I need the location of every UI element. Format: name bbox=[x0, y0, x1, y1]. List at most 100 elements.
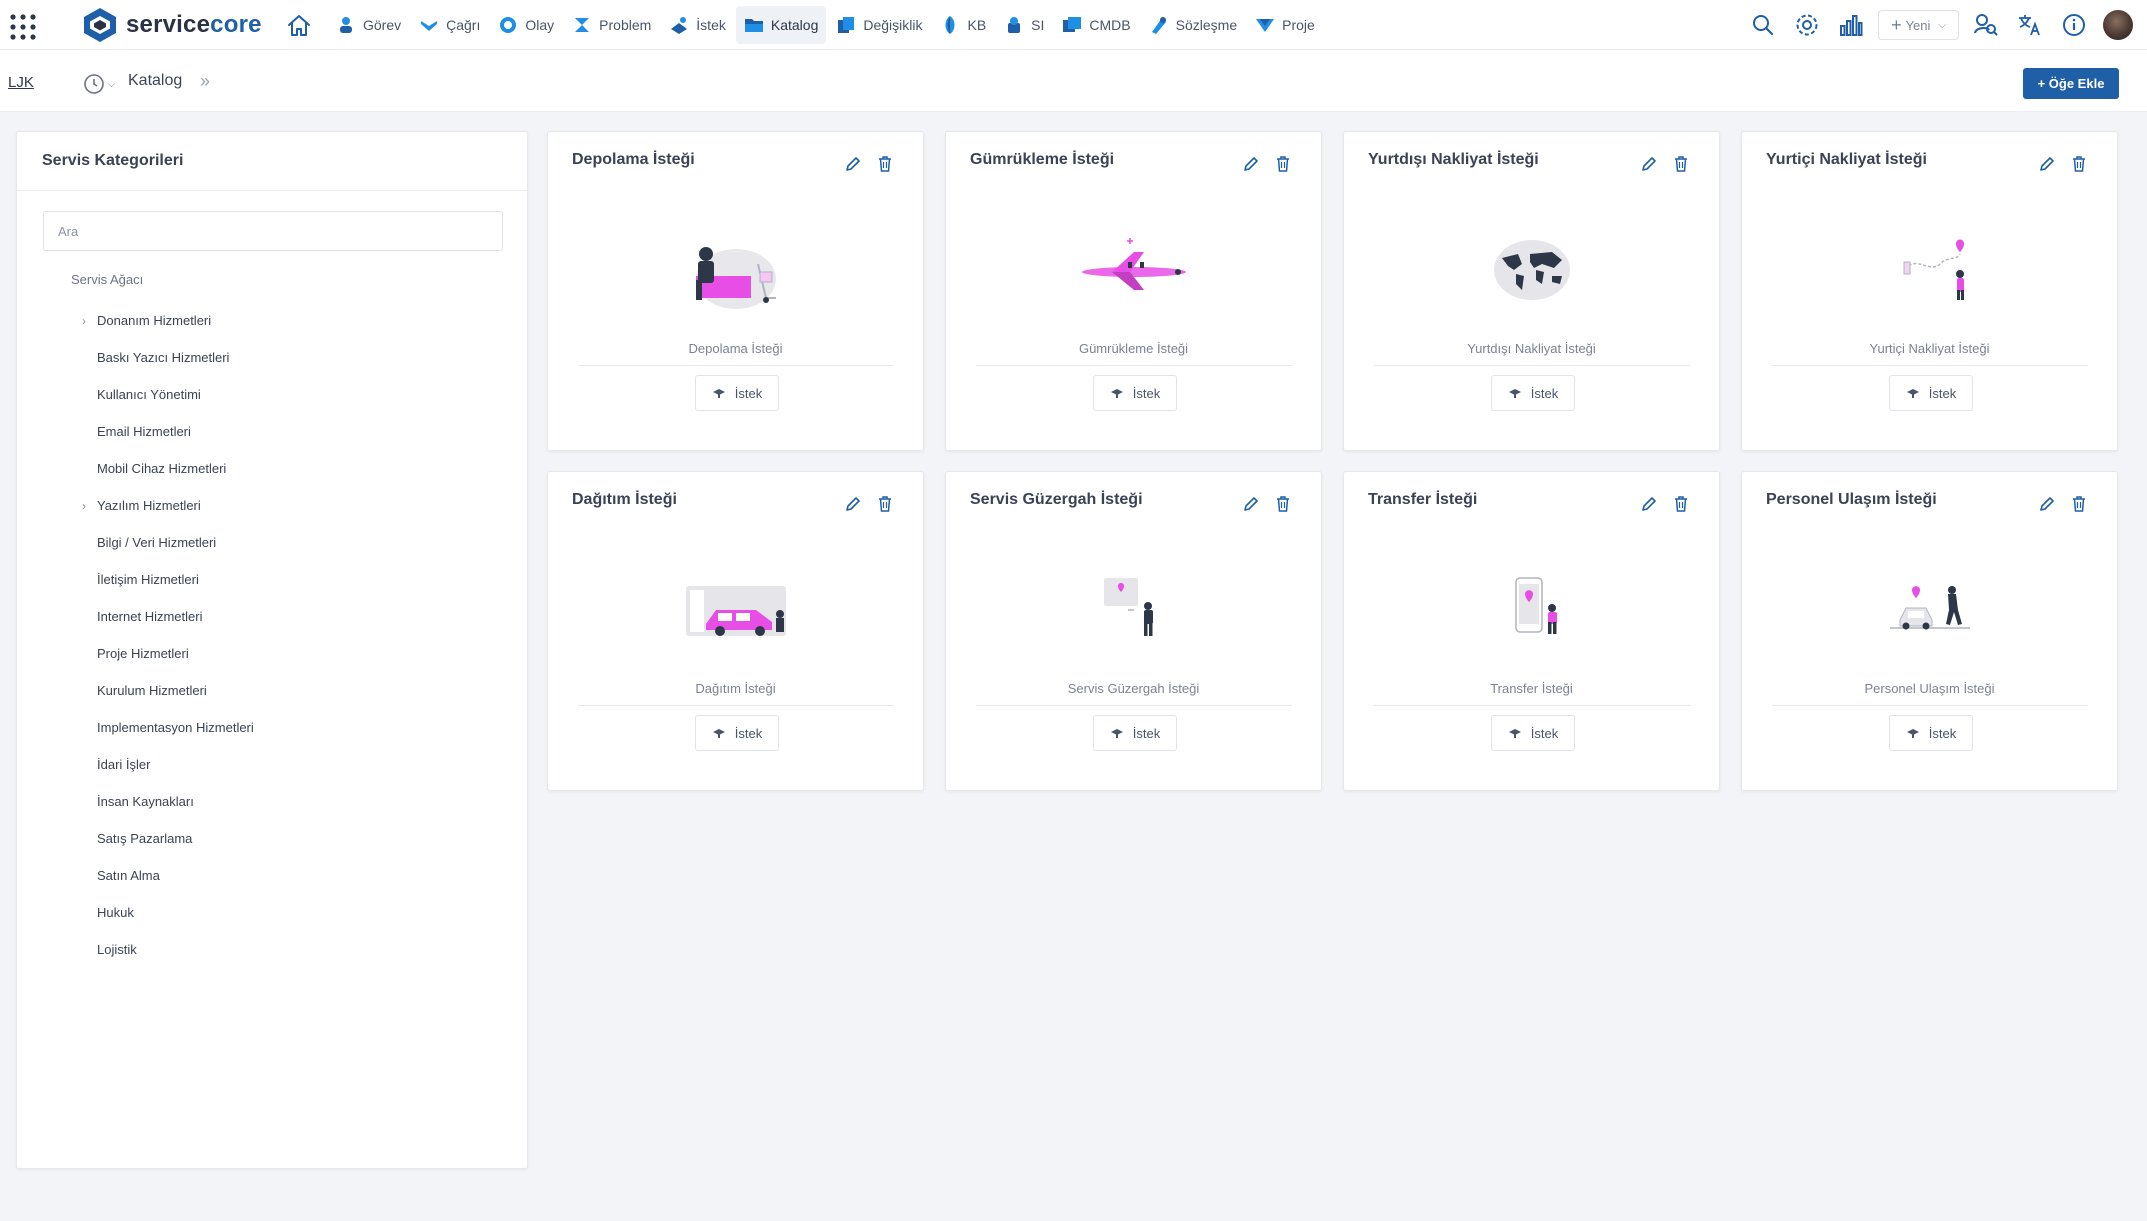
nav-item-label: Katalog bbox=[770, 17, 819, 33]
catalog-card[interactable]: Personel Ulaşım İsteği Personel Ulaşım İ… bbox=[1741, 471, 2118, 791]
request-button[interactable]: İstek bbox=[1889, 375, 1973, 411]
tree-item-kurulum[interactable]: Kurulum Hizmetleri bbox=[71, 672, 501, 709]
language-button[interactable] bbox=[2013, 8, 2047, 42]
request-button[interactable]: İstek bbox=[1889, 715, 1973, 751]
divider bbox=[976, 365, 1292, 366]
request-button[interactable]: İstek bbox=[1491, 715, 1575, 751]
tree-item-insan-kaynaklari[interactable]: İnsan Kaynakları bbox=[71, 783, 501, 820]
home-icon[interactable] bbox=[286, 13, 312, 39]
workspace-link[interactable]: LJK bbox=[8, 74, 34, 91]
trash-icon[interactable] bbox=[1671, 154, 1691, 174]
catalog-card[interactable]: Dağıtım İsteği Dağıtım İsteği İstek bbox=[547, 471, 924, 791]
catalog-card[interactable]: Yurtdışı Nakliyat İsteği Yurtdışı Nakliy… bbox=[1343, 131, 1720, 451]
trash-icon[interactable] bbox=[875, 494, 895, 514]
nav-item-degisiklik[interactable]: Değişiklik bbox=[828, 6, 930, 44]
double-chevron-right-icon[interactable]: » bbox=[200, 71, 210, 92]
request-button[interactable]: İstek bbox=[695, 375, 779, 411]
user-avatar[interactable] bbox=[2103, 10, 2133, 40]
nav-item-sozlesme[interactable]: Sözleşme bbox=[1141, 6, 1245, 44]
info-button[interactable] bbox=[2057, 8, 2091, 42]
new-dropdown-button[interactable]: + Yeni ⌵ bbox=[1878, 10, 1959, 40]
app-grid-icon[interactable] bbox=[8, 12, 38, 42]
nav-item-cagri[interactable]: Çağrı bbox=[411, 6, 488, 44]
reports-button[interactable] bbox=[1834, 8, 1868, 42]
card-title: Servis Güzergah İsteği bbox=[970, 491, 1143, 508]
card-subtitle: Depolama İsteği bbox=[688, 341, 783, 356]
catalog-card[interactable]: Servis Güzergah İsteği Servis Güzergah İ… bbox=[945, 471, 1322, 791]
nav-item-problem[interactable]: Problem bbox=[564, 6, 659, 44]
edit-icon[interactable] bbox=[843, 494, 863, 514]
nav-item-label: Proje bbox=[1282, 17, 1315, 33]
page-title: Katalog bbox=[128, 72, 183, 89]
trash-icon[interactable] bbox=[1273, 494, 1293, 514]
tree-item-label: Lojistik bbox=[97, 942, 137, 957]
catalog-card[interactable]: Yurtiçi Nakliyat İsteği Yurtiçi Nakliyat… bbox=[1741, 131, 2118, 451]
tree-item-label: Internet Hizmetleri bbox=[97, 609, 203, 624]
request-button[interactable]: İstek bbox=[695, 715, 779, 751]
edit-icon[interactable] bbox=[843, 154, 863, 174]
trash-icon[interactable] bbox=[2069, 494, 2089, 514]
tree-item-baski-yazici[interactable]: Baskı Yazıcı Hizmetleri bbox=[71, 339, 501, 376]
tree-item-satis-pazarlama[interactable]: Satış Pazarlama bbox=[71, 820, 501, 857]
chevron-right-icon[interactable]: › bbox=[71, 314, 97, 328]
search-button[interactable] bbox=[1746, 8, 1780, 42]
tree-item-donanim[interactable]: › Donanım Hizmetleri bbox=[71, 302, 501, 339]
request-button[interactable]: İstek bbox=[1093, 715, 1177, 751]
tree-item-label: Baskı Yazıcı Hizmetleri bbox=[97, 350, 230, 365]
edit-icon[interactable] bbox=[1639, 494, 1659, 514]
servicecore-logo[interactable]: servicecore bbox=[80, 6, 262, 44]
incident-icon bbox=[500, 17, 517, 33]
cmdb-icon bbox=[1063, 17, 1082, 32]
map-pin-person-illustration-icon bbox=[1104, 578, 1153, 636]
request-button-label: İstek bbox=[1928, 385, 1957, 401]
tree-item-email[interactable]: Email Hizmetleri bbox=[71, 413, 501, 450]
nav-item-si[interactable]: SI bbox=[996, 6, 1052, 44]
user-search-icon bbox=[1974, 14, 1998, 36]
trash-icon[interactable] bbox=[1273, 154, 1293, 174]
edit-icon[interactable] bbox=[1241, 154, 1261, 174]
change-icon bbox=[838, 17, 855, 33]
tree-item-hukuk[interactable]: Hukuk bbox=[71, 894, 501, 931]
nav-item-olay[interactable]: Olay bbox=[490, 6, 562, 44]
catalog-card[interactable]: Gümrükleme İsteği Gümrükleme İsteği İste… bbox=[945, 131, 1322, 451]
trash-icon[interactable] bbox=[2069, 154, 2089, 174]
catalog-card[interactable]: Depolama İsteği Depolama İsteği İstek bbox=[547, 131, 924, 451]
nav-item-cmdb[interactable]: CMDB bbox=[1054, 6, 1138, 44]
edit-icon[interactable] bbox=[2037, 494, 2057, 514]
tree-item-bilgi-veri[interactable]: Bilgi / Veri Hizmetleri bbox=[71, 524, 501, 561]
chevron-right-icon[interactable]: › bbox=[71, 499, 97, 513]
tree-item-yazilim[interactable]: › Yazılım Hizmetleri bbox=[71, 487, 501, 524]
trash-icon[interactable] bbox=[1671, 494, 1691, 514]
tree-item-lojistik[interactable]: Lojistik bbox=[71, 931, 501, 968]
trash-icon[interactable] bbox=[875, 154, 895, 174]
edit-icon[interactable] bbox=[1241, 494, 1261, 514]
nav-item-katalog[interactable]: Katalog bbox=[735, 6, 827, 44]
catalog-card[interactable]: Transfer İsteği Transfer İsteği İstek bbox=[1343, 471, 1720, 791]
tree-item-mobil[interactable]: Mobil Cihaz Hizmetleri bbox=[71, 450, 501, 487]
call-icon bbox=[421, 21, 438, 31]
request-button[interactable]: İstek bbox=[1491, 375, 1575, 411]
tree-item-proje[interactable]: Proje Hizmetleri bbox=[71, 635, 501, 672]
user-search-button[interactable] bbox=[1969, 8, 2003, 42]
nav-item-kb[interactable]: KB bbox=[932, 6, 994, 44]
tree-item-iletisim[interactable]: İletişim Hizmetleri bbox=[71, 561, 501, 598]
tree-item-internet[interactable]: Internet Hizmetleri bbox=[71, 598, 501, 635]
tree-item-satin-alma[interactable]: Satın Alma bbox=[71, 857, 501, 894]
nav-item-gorev[interactable]: Görev bbox=[328, 6, 409, 44]
category-search-input[interactable] bbox=[43, 211, 503, 251]
card-title: Dağıtım İsteği bbox=[572, 491, 677, 508]
tree-item-idari[interactable]: İdari İşler bbox=[71, 746, 501, 783]
nav-item-label: Değişiklik bbox=[863, 17, 923, 33]
edit-icon[interactable] bbox=[1639, 154, 1659, 174]
tree-item-implementasyon[interactable]: Implementasyon Hizmetleri bbox=[71, 709, 501, 746]
edit-icon[interactable] bbox=[2037, 154, 2057, 174]
nav-item-proje[interactable]: Proje bbox=[1247, 6, 1323, 44]
tree-item-kullanici[interactable]: Kullanıcı Yönetimi bbox=[71, 376, 501, 413]
history-dropdown[interactable]: ⌵ bbox=[82, 72, 120, 96]
request-button[interactable]: İstek bbox=[1093, 375, 1177, 411]
add-item-button[interactable]: + Öğe Ekle bbox=[2023, 68, 2119, 99]
tree-item-label: Hukuk bbox=[97, 905, 134, 920]
settings-button[interactable] bbox=[1790, 8, 1824, 42]
service-tree-root[interactable]: Servis Ağacı bbox=[71, 272, 143, 287]
nav-item-istek[interactable]: İstek bbox=[661, 6, 734, 44]
